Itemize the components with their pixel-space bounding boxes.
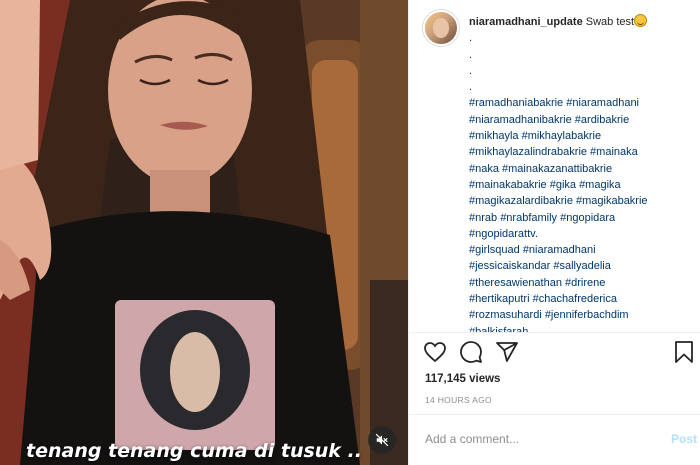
comment-input[interactable]: [425, 430, 645, 448]
hashtag-line[interactable]: #mikhaylazalindrabakrie #mainaka: [469, 144, 695, 160]
hashtag-line[interactable]: #rozmasuhardi #jenniferbachdim: [469, 307, 695, 323]
hashtag-line[interactable]: #magikazalardibakrie #magikabakrie: [469, 193, 695, 209]
action-bar: [423, 340, 693, 366]
caption-dot: .: [469, 32, 473, 45]
comment-icon[interactable]: [459, 340, 483, 364]
hashtag-line[interactable]: #girlsquad #niaramadhani: [469, 242, 695, 258]
grimacing-face-icon: [634, 14, 648, 27]
caption-text: Swab test: [585, 16, 635, 28]
hashtag-line[interactable]: #ngopidarattv.: [469, 226, 695, 242]
hashtag-line[interactable]: #mikhayla #mikhaylabakrie: [469, 128, 695, 144]
video-player[interactable]: tenang tenang cuma di tusuk ..: [0, 0, 408, 465]
hashtag-line[interactable]: #nrab #nrabfamily #ngopidara: [469, 210, 695, 226]
hashtag-line[interactable]: #balkisfarah: [469, 324, 695, 332]
hashtag-line[interactable]: #mainakabakrie #gika #magika: [469, 177, 695, 193]
view-count[interactable]: 117,145 views: [425, 373, 500, 385]
hashtag-line[interactable]: #jessicaiskandar #sallyadelia: [469, 258, 695, 274]
heart-icon[interactable]: [423, 340, 447, 364]
caption-dot: .: [469, 64, 473, 77]
video-caption-overlay: tenang tenang cuma di tusuk ..: [26, 440, 362, 462]
caption-dot: .: [469, 81, 473, 94]
hashtag-line[interactable]: #ramadhaniabakrie #niaramadhani: [469, 95, 695, 111]
hashtag-line[interactable]: #hertikaputri #chachafrederica: [469, 291, 695, 307]
speaker-muted-icon: [375, 433, 389, 447]
divider: [409, 414, 700, 415]
hashtag-line[interactable]: #theresawienathan #drirene: [469, 275, 695, 291]
share-icon[interactable]: [495, 340, 519, 364]
video-frame-image: [0, 0, 408, 465]
post-comment-button[interactable]: Post: [671, 432, 697, 446]
hashtag-line[interactable]: #niaramadhanibakrie #ardibakrie: [469, 112, 695, 128]
bookmark-icon[interactable]: [673, 340, 695, 364]
post-panel: niaramadhani_update Swab test . . . . #r…: [408, 0, 700, 465]
divider: [409, 332, 700, 333]
user-avatar[interactable]: [423, 10, 459, 46]
hashtag-line[interactable]: #naka #mainakazanattibakrie: [469, 161, 695, 177]
username-link[interactable]: niaramadhani_update: [469, 16, 583, 28]
caption-dot: .: [469, 48, 473, 61]
post-timestamp[interactable]: 14 HOURS AGO: [425, 395, 492, 405]
caption-block: niaramadhani_update Swab test . . . . #r…: [469, 14, 695, 332]
mute-toggle-button[interactable]: [368, 426, 396, 454]
